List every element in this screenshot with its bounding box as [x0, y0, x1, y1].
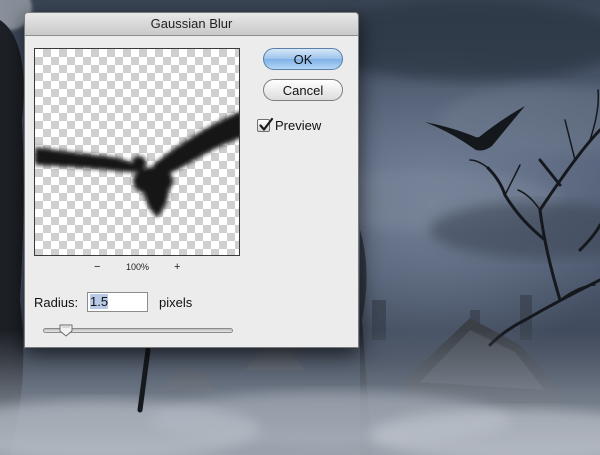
zoom-controls: − 100% + [34, 261, 240, 275]
bird-silhouette [35, 112, 239, 217]
cancel-button[interactable]: Cancel [263, 79, 343, 101]
blur-preview-pane[interactable] [34, 48, 240, 256]
radius-unit-label: pixels [159, 295, 193, 310]
zoom-level: 100% [126, 262, 150, 272]
radius-label: Radius: [34, 295, 79, 310]
radius-input[interactable]: 1.5 [87, 292, 148, 312]
dialog-title-bar[interactable]: Gaussian Blur [25, 13, 358, 36]
slider-thumb-icon [59, 324, 73, 337]
checkmark-icon [259, 117, 274, 131]
ok-button[interactable]: OK [263, 48, 343, 70]
gaussian-blur-dialog: Gaussian Blur − 100% + OK Cancel Preview… [24, 12, 359, 348]
radius-slider-thumb[interactable] [59, 324, 73, 337]
preview-checkbox[interactable] [257, 117, 274, 132]
zoom-in-button[interactable]: + [174, 261, 180, 273]
zoom-out-button[interactable]: − [94, 261, 100, 273]
dialog-title: Gaussian Blur [150, 16, 233, 31]
preview-label: Preview [275, 118, 322, 133]
radius-value: 1.5 [90, 294, 109, 309]
